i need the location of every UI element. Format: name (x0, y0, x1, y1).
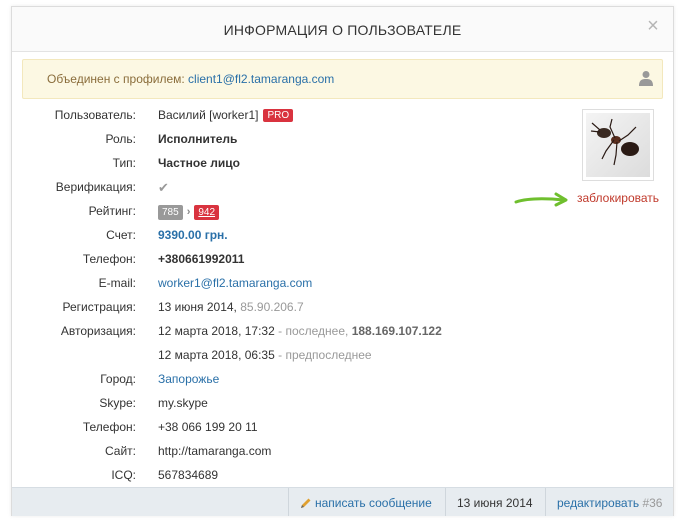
account-value: 9390.00 грн. (158, 228, 228, 242)
row-registration: Регистрация: 13 июня 2014, 85.90.206.7 (12, 300, 572, 320)
row-verification: Верификация: ✔ (12, 180, 572, 200)
site-value: http://tamaranga.com (158, 444, 272, 458)
row-skype: Skype: my.skype (12, 396, 572, 416)
footer-date: 13 июня 2014 (457, 496, 533, 510)
row-role: Роль: Исполнитель (12, 132, 572, 152)
authorization-label: Авторизация: (60, 324, 136, 338)
account-label: Счет: (106, 228, 136, 242)
ant-image (590, 118, 639, 166)
merged-profile-alert: Объединен с профилем: client1@fl2.tamara… (22, 59, 663, 99)
user-info-dialog: ИНФОРМАЦИЯ О ПОЛЬЗОВАТЕЛЕ × Объединен с … (11, 6, 674, 516)
dialog-header: ИНФОРМАЦИЯ О ПОЛЬЗОВАТЕЛЕ × (12, 7, 673, 52)
skype-value: my.skype (158, 396, 208, 410)
avatar[interactable] (582, 109, 654, 181)
check-icon: ✔ (158, 180, 169, 195)
city-label: Город: (100, 372, 136, 386)
role-value: Исполнитель (158, 132, 238, 146)
email-label: E-mail: (98, 276, 136, 290)
role-label: Роль: (105, 132, 136, 146)
row-user: Пользователь: Василий [worker1] PRO (12, 108, 572, 128)
dialog-footer: написать сообщение 13 июня 2014 редактир… (12, 487, 673, 516)
rating-label: Рейтинг: (88, 204, 136, 218)
user-label: Пользователь: (54, 108, 136, 122)
row-icq: ICQ: 567834689 (12, 468, 572, 488)
auth-last-date: 12 марта 2018, 17:32 (158, 324, 275, 338)
city-link[interactable]: Запорожье (158, 372, 219, 386)
row-email: E-mail: worker1@fl2.tamaranga.com (12, 276, 572, 296)
phone-label: Телефон: (82, 252, 136, 266)
merged-label: Объединен с профилем: (47, 72, 185, 86)
rating-new-badge[interactable]: 942 (194, 205, 220, 220)
row-rating: Рейтинг: 785 › 942 (12, 204, 572, 224)
auth-last-ip: 188.169.107.122 (351, 324, 442, 338)
type-label: Тип: (112, 156, 136, 170)
row-city: Город: Запорожье (12, 372, 572, 392)
row-type: Тип: Частное лицо (12, 156, 572, 176)
auth-prev-date: 12 марта 2018, 06:35 (158, 348, 275, 362)
edit-link[interactable]: редактировать (557, 496, 639, 510)
pencil-icon (301, 498, 311, 508)
registration-date: 13 июня 2014, (158, 300, 237, 314)
pro-badge: PRO (263, 109, 294, 122)
user-name: Василий [worker1] (158, 108, 259, 122)
auth-last-note: - последнее, (274, 324, 352, 338)
verification-label: Верификация: (55, 180, 136, 194)
close-icon[interactable]: × (643, 16, 663, 37)
skype-label: Skype: (99, 396, 136, 410)
icq-value: 567834689 (158, 468, 219, 482)
type-value: Частное лицо (158, 156, 240, 170)
row-account: Счет: 9390.00 грн. (12, 228, 572, 248)
site-label: Сайт: (104, 444, 136, 458)
row-authorization-prev: 12 марта 2018, 06:35 - предпоследнее (12, 348, 572, 368)
phone2-label: Телефон: (82, 420, 136, 434)
arrow-right-icon (514, 192, 568, 207)
rating-old-badge: 785 (158, 205, 183, 220)
email-link[interactable]: worker1@fl2.tamaranga.com (158, 276, 312, 290)
merged-profile-link[interactable]: client1@fl2.tamaranga.com (188, 72, 334, 86)
user-id: #36 (642, 496, 663, 510)
chevron-right-icon: › (186, 206, 191, 218)
row-phone: Телефон: +380661992011 (12, 252, 572, 272)
phone2-value: +38 066 199 20 11 (158, 420, 258, 434)
registration-ip: 85.90.206.7 (240, 300, 304, 314)
phone-value: +380661992011 (158, 252, 245, 266)
merged-profile-text: Объединен с профилем: client1@fl2.tamara… (47, 72, 334, 86)
auth-prev-note: - предпоследнее (274, 348, 372, 362)
block-user-link[interactable]: заблокировать (577, 191, 659, 205)
row-phone2: Телефон: +38 066 199 20 11 (12, 420, 572, 440)
user-icon[interactable] (639, 70, 653, 86)
row-site: Сайт: http://tamaranga.com (12, 444, 572, 464)
write-message-link[interactable]: написать сообщение (315, 496, 432, 510)
row-authorization: Авторизация: 12 марта 2018, 17:32 - посл… (12, 324, 572, 344)
dialog-title: ИНФОРМАЦИЯ О ПОЛЬЗОВАТЕЛЕ (223, 22, 462, 38)
icq-label: ICQ: (111, 468, 136, 482)
registration-label: Регистрация: (62, 300, 136, 314)
